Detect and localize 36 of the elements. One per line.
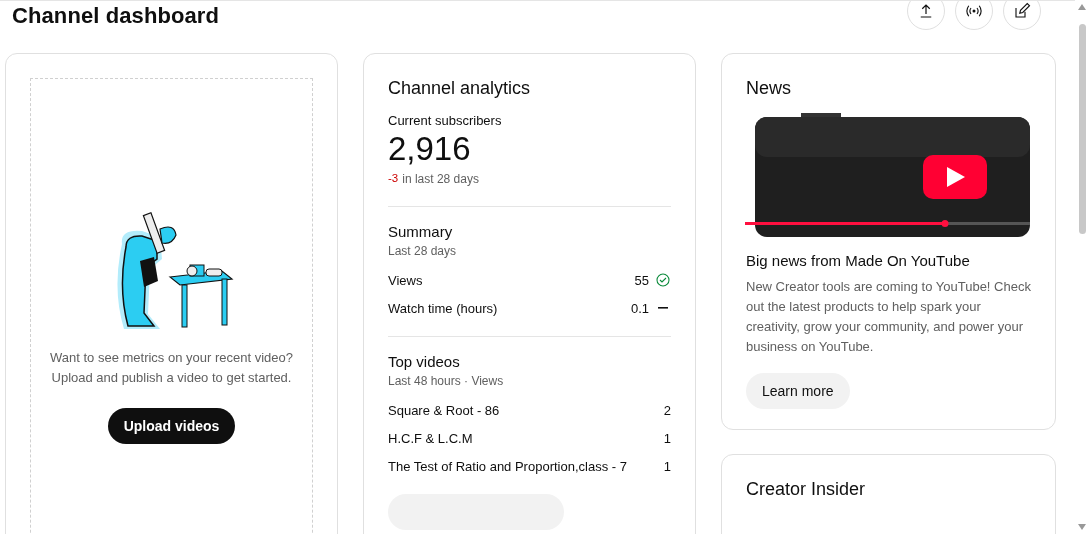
empty-state-message: Want to see metrics on your recent video? Upload and publish a video to get started. [49, 349, 294, 387]
pencil-button[interactable] [1003, 1, 1041, 30]
card-title: Channel analytics [388, 78, 532, 99]
check-circle-icon [655, 272, 671, 288]
subscriber-change: -3 [388, 172, 399, 186]
change-period: in last 28 days [402, 172, 479, 186]
metric-label: Views [388, 272, 423, 288]
video-title[interactable]: The Test of Ratio and Proportion,class - 7 [388, 458, 627, 474]
page-title: Channel dashboard [12, 3, 220, 29]
pencil-icon [1013, 2, 1031, 20]
scroll-up-icon[interactable] [1078, 4, 1086, 10]
news-description: New Creator tools are coming to YouTube! Check out the latest products to help spark your creativity, grow your community, and power your business on YouTube. [746, 278, 1031, 356]
upload-videos-button[interactable]: Upload videos [107, 408, 236, 444]
scroll-down-icon[interactable] [1078, 524, 1086, 530]
metric-label: Watch time (hours) [388, 300, 498, 316]
card-title: Creator Insider [746, 479, 867, 500]
section-period: Last 28 days [388, 244, 458, 258]
subscriber-count: 2,916 [388, 129, 472, 169]
learn-more-button[interactable]: Learn more [746, 373, 850, 409]
section-title: Top videos [388, 353, 461, 370]
scrollbar-thumb[interactable] [1078, 24, 1086, 234]
news-headline: Big news from Made On YouTube [746, 252, 971, 269]
upload-button[interactable] [907, 1, 945, 30]
dash-icon [658, 307, 668, 309]
view-count: 1 [663, 430, 671, 446]
view-count: 2 [663, 402, 671, 418]
section-title: Summary [388, 223, 454, 240]
broadcast-button[interactable] [955, 1, 993, 30]
video-title[interactable]: H.C.F & L.C.M [388, 430, 473, 446]
metric-value: 0.1 [630, 300, 649, 316]
card-title: News [746, 78, 792, 99]
subscribers-label: Current subscribers [388, 113, 503, 128]
view-count: 1 [663, 458, 671, 474]
section-period: Last 48 hours · Views [388, 374, 505, 388]
metric-value: 55 [634, 272, 649, 288]
video-title[interactable]: Square & Root - 86 [388, 402, 500, 418]
